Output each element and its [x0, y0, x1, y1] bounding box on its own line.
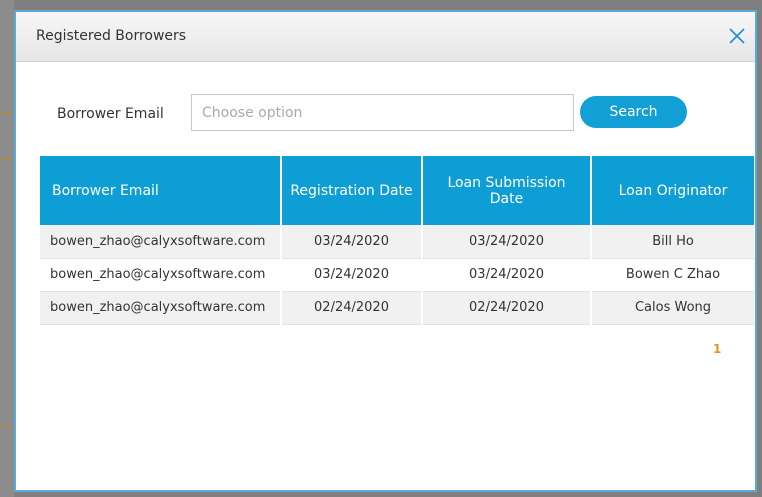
table-header-row: Borrower Email Registration Date Loan Su… — [40, 156, 754, 225]
search-button[interactable]: Search — [580, 96, 687, 128]
cell-registration-date: 02/24/2020 — [281, 291, 423, 325]
dialog-title: Registered Borrowers — [36, 28, 187, 44]
column-header-registration-date[interactable]: Registration Date — [281, 156, 423, 225]
cell-loan-submission-date: 02/24/2020 — [422, 291, 592, 325]
pagination-page-1[interactable]: 1 — [713, 342, 721, 356]
cell-loan-submission-date: 03/24/2020 — [422, 258, 592, 292]
cell-registration-date: 03/24/2020 — [281, 258, 423, 292]
background-page-edge — [0, 0, 14, 497]
cell-loan-originator: Bowen C Zhao — [591, 258, 754, 292]
cell-borrower-email: bowen_zhao@calyxsoftware.com — [40, 291, 282, 325]
column-header-loan-submission-date[interactable]: Loan Submission Date — [422, 156, 592, 225]
cell-borrower-email: bowen_zhao@calyxsoftware.com — [40, 258, 282, 292]
borrower-email-input[interactable] — [191, 94, 574, 131]
cell-loan-originator: Bill Ho — [591, 225, 754, 259]
background-marker — [2, 112, 10, 114]
background-marker — [2, 425, 10, 427]
table-row[interactable]: bowen_zhao@calyxsoftware.com 02/24/2020 … — [40, 291, 754, 325]
cell-borrower-email: bowen_zhao@calyxsoftware.com — [40, 225, 282, 259]
cell-loan-submission-date: 03/24/2020 — [422, 225, 592, 259]
column-header-borrower-email[interactable]: Borrower Email — [40, 156, 282, 225]
table-row[interactable]: bowen_zhao@calyxsoftware.com 03/24/2020 … — [40, 225, 754, 259]
table-row[interactable]: bowen_zhao@calyxsoftware.com 03/24/2020 … — [40, 258, 754, 292]
cell-loan-originator: Calos Wong — [591, 291, 754, 325]
close-button[interactable] — [725, 24, 749, 48]
cell-registration-date: 03/24/2020 — [281, 225, 423, 259]
dialog-header: Registered Borrowers — [16, 12, 755, 62]
borrower-email-label: Borrower Email — [57, 106, 164, 122]
close-icon — [729, 28, 745, 44]
column-header-loan-originator[interactable]: Loan Originator — [591, 156, 754, 225]
borrowers-table: Borrower Email Registration Date Loan Su… — [40, 156, 754, 325]
background-marker — [2, 158, 10, 160]
registered-borrowers-dialog: Registered Borrowers Borrower Email Sear… — [14, 10, 757, 492]
